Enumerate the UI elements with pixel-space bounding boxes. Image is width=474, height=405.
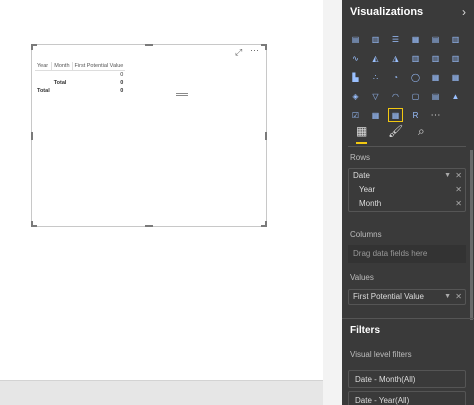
donut-icon[interactable]: ◯ [408,70,423,84]
resize-handle-top[interactable] [145,44,153,46]
filters-title: Filters [350,325,381,336]
area-icon[interactable]: ◭ [368,51,383,65]
rows-subfield-month-label: Month [359,199,382,208]
remove-field-icon[interactable]: ✕ [455,183,462,197]
remove-field-icon[interactable]: ✕ [455,197,462,211]
panel-title: Visualizations [350,6,424,18]
filter-date-month[interactable]: Date - Month(All) [348,370,466,388]
waterfall-icon[interactable]: ▙ [348,70,363,84]
funnel-icon[interactable]: ▽ [368,89,383,103]
drag-grip-icon[interactable] [176,93,188,94]
table-row: 0 [35,71,125,80]
stacked-area-icon[interactable]: ◮ [388,51,403,65]
values-label: Values [350,273,374,282]
cell-month [52,71,72,80]
visualizations-pane: Visualizations › ▤ ▥ ☰ ▦ ▤ ▥ ∿ ◭ ◮ ▥ ▥ ▥ ▙ ∴ ◔ ◯ ▦ ▦ ◈ ▽ ◠ ▢ ▤… [342,0,474,405]
cell-value: 0 [120,88,124,94]
rows-field-date[interactable]: Date ▼ ✕ [349,169,465,183]
values-field-label: First Potential Value [353,292,424,301]
collapse-pane-chevron-icon[interactable]: › [462,5,466,19]
cell-month-total: Total [53,80,67,86]
line-column-icon[interactable]: ▥ [408,51,423,65]
resize-handle-tl-v[interactable] [31,44,33,50]
resize-handle-right[interactable] [265,132,267,140]
resize-handle-tr-v[interactable] [265,44,267,50]
clustered-column-icon[interactable]: ▦ [408,32,423,46]
rows-field-date-label: Date [353,171,370,180]
filter-date-year[interactable]: Date - Year(All) [348,391,466,405]
filled-map-icon[interactable]: ◈ [348,89,363,103]
resize-handle-bl-v[interactable] [31,221,33,227]
cell-value: 0 [120,80,124,86]
report-canvas[interactable]: ⤢ ⋯ Year Month First Potential Value 0 T… [0,0,323,380]
rows-label: Rows [350,153,371,162]
focus-mode-icon[interactable]: ⤢ [235,47,242,58]
resize-handle-left[interactable] [31,132,33,140]
chevron-down-icon[interactable]: ▼ [444,290,451,304]
divider [342,318,474,319]
cell-value: 0 [120,72,124,78]
resize-handle-br-v[interactable] [265,221,267,227]
visualization-gallery: ▤ ▥ ☰ ▦ ▤ ▥ ∿ ◭ ◮ ▥ ▥ ▥ ▙ ∴ ◔ ◯ ▦ ▦ ◈ ▽ ◠ ▢ ▤ ▲ ☑ ▦ ▦ R ⋯ [348,32,466,126]
pie-icon[interactable]: ◔ [388,70,403,84]
format-tab-paint-roller-icon[interactable]: 🖌 [388,124,403,138]
stacked-column-icon[interactable]: ▥ [368,32,383,46]
matrix-table: Year Month First Potential Value 0 Total… [35,62,126,95]
resize-handle-bottom[interactable] [145,225,153,227]
cell-year [35,79,52,87]
cell-year-total: Total [37,88,50,94]
header-first-potential-value[interactable]: First Potential Value [71,62,126,71]
gauge-icon[interactable]: ◠ [388,89,403,103]
columns-drop-zone[interactable]: Drag data fields here [348,245,466,263]
values-field[interactable]: First Potential Value ▼ ✕ [349,290,465,304]
horizontal-scrollbar[interactable] [0,380,323,405]
map-icon[interactable]: ▦ [448,70,463,84]
table-row: Total 0 [35,79,125,87]
100-column-icon[interactable]: ▥ [448,32,463,46]
100-bar-icon[interactable]: ▤ [428,32,443,46]
remove-field-icon[interactable]: ✕ [455,169,462,183]
card-icon[interactable]: ▢ [408,89,423,103]
matrix-header-row: Year Month First Potential Value [35,62,126,71]
visual-level-filters-label: Visual level filters [350,350,412,359]
analytics-tab-icon[interactable]: ⌕ [418,124,425,139]
cell-year [35,71,52,80]
values-well[interactable]: First Potential Value ▼ ✕ [348,289,466,305]
header-year[interactable]: Year [35,62,52,71]
ribbon-icon[interactable]: ▥ [448,51,463,65]
chevron-down-icon[interactable]: ▼ [444,169,451,183]
pane-scrollbar[interactable] [470,150,473,320]
clustered-bar-icon[interactable]: ☰ [388,32,403,46]
pane-divider [323,0,342,405]
pane-tabs: ▦ 🖌 ⌕ [348,120,466,147]
cell-month [52,87,72,95]
table-row: Total 0 [35,87,125,95]
kpi-icon[interactable]: ▲ [448,89,463,103]
stacked-bar-icon[interactable]: ▤ [348,32,363,46]
remove-field-icon[interactable]: ✕ [455,290,462,304]
scatter-icon[interactable]: ∴ [368,70,383,84]
rows-subfield-year[interactable]: Year ✕ [349,183,465,197]
line-column2-icon[interactable]: ▥ [428,51,443,65]
columns-label: Columns [350,230,382,239]
fields-tab-icon[interactable]: ▦ [356,124,368,144]
rows-subfield-month[interactable]: Month ✕ [349,197,465,211]
multirow-card-icon[interactable]: ▤ [428,89,443,103]
rows-subfield-year-label: Year [359,185,376,194]
treemap-icon[interactable]: ▦ [428,70,443,84]
more-options-icon[interactable]: ⋯ [250,45,259,56]
rows-well[interactable]: Date ▼ ✕ Year ✕ Month ✕ [348,168,466,212]
header-month[interactable]: Month [51,62,73,71]
line-icon[interactable]: ∿ [348,51,363,65]
